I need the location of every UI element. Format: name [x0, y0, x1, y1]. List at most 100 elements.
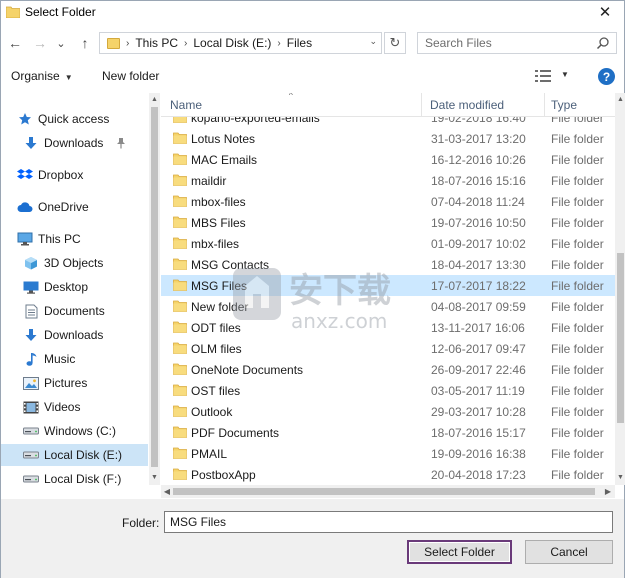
sidebar-item-videos[interactable]: Videos	[1, 396, 148, 418]
search-input[interactable]	[418, 33, 588, 53]
folder-icon	[173, 132, 187, 144]
file-name: Outlook	[191, 405, 233, 419]
file-type: File folder	[551, 363, 604, 377]
folder-icon	[107, 37, 120, 49]
select-folder-button[interactable]: Select Folder	[407, 540, 512, 564]
scroll-down-button[interactable]: ▼	[150, 473, 159, 483]
new-folder-button[interactable]: New folder	[102, 69, 159, 83]
table-row[interactable]: mbox-files 07-04-2018 11:24 File folder	[161, 191, 615, 212]
sidebar-item-label: This PC	[38, 232, 81, 246]
search-box[interactable]	[417, 32, 617, 54]
date-modified: 12-06-2017 09:47	[431, 342, 526, 356]
search-icon	[596, 37, 609, 50]
folder-icon	[173, 321, 187, 333]
table-row[interactable]: New folder 04-08-2017 09:59 File folder	[161, 296, 615, 317]
sidebar-item-onedrive[interactable]: OneDrive	[1, 196, 148, 218]
date-modified: 13-11-2017 16:06	[431, 321, 525, 335]
star-icon	[17, 111, 33, 127]
navigation-pane-scrollbar[interactable]: ▲ ▼	[149, 93, 160, 485]
column-header-date-modified[interactable]: Date modified	[421, 93, 541, 117]
forward-button[interactable]: →	[30, 33, 50, 53]
file-list-vertical-scrollbar[interactable]: ▲ ▼	[615, 93, 625, 485]
table-row[interactable]: OneNote Documents 26-09-2017 22:46 File fo…	[161, 359, 615, 380]
table-row[interactable]: MSG Files 17-07-2017 18:22 File folder	[161, 275, 615, 296]
sidebar-item-this-pc[interactable]: This PC	[1, 228, 148, 250]
date-modified: 29-03-2017 10:28	[431, 405, 526, 419]
folder-icon	[173, 153, 187, 165]
folder-icon	[173, 300, 187, 312]
refresh-button[interactable]: ↻	[384, 32, 406, 54]
sidebar-item-downloads[interactable]: Downloads	[1, 324, 148, 346]
table-row[interactable]: MAC Emails 16-12-2016 10:26 File folder	[161, 149, 615, 170]
scroll-thumb[interactable]	[151, 107, 158, 467]
table-row[interactable]: MBS Files 19-07-2016 10:50 File folder	[161, 212, 615, 233]
sidebar-item-label: Desktop	[44, 280, 89, 294]
breadcrumb-files[interactable]: Files	[287, 36, 312, 50]
file-name: OST files	[191, 384, 241, 398]
file-type: File folder	[551, 300, 604, 314]
column-header-type[interactable]: Type	[542, 93, 615, 117]
file-name: ODT files	[191, 321, 241, 335]
sidebar-item-dropbox[interactable]: Dropbox	[1, 164, 148, 186]
sidebar-item-quick-access[interactable]: Quick access	[1, 108, 148, 130]
breadcrumb-local-disk-e[interactable]: Local Disk (E:)	[193, 36, 271, 50]
table-row[interactable]: ODT files 13-11-2017 16:06 File folder	[161, 317, 615, 338]
table-row[interactable]: Lotus Notes 31-03-2017 13:20 File folder	[161, 128, 615, 149]
scroll-thumb[interactable]	[617, 253, 624, 423]
close-button[interactable]: ✕	[590, 1, 620, 23]
date-modified: 03-05-2017 11:19	[431, 384, 525, 398]
date-modified: 17-07-2017 18:22	[431, 279, 526, 293]
sidebar-item-downloads[interactable]: Downloads	[1, 132, 148, 154]
cancel-button[interactable]: Cancel	[525, 540, 613, 564]
sidebar-item-windows-c[interactable]: Windows (C:)	[1, 420, 148, 442]
table-row[interactable]: mbx-files 01-09-2017 10:02 File folder	[161, 233, 615, 254]
breadcrumb-separator: ›	[184, 37, 188, 49]
sidebar-item-music[interactable]: Music	[1, 348, 148, 370]
folder-icon	[173, 237, 187, 249]
file-name: PMAIL	[191, 447, 228, 461]
table-row[interactable]: PMAIL 19-09-2016 16:38 File folder	[161, 443, 615, 464]
scroll-thumb[interactable]	[173, 488, 595, 495]
scroll-up-button[interactable]: ▲	[616, 95, 625, 105]
recent-locations-button[interactable]: ⌄	[54, 33, 68, 53]
table-row[interactable]: OST files 03-05-2017 11:19 File folder	[161, 380, 615, 401]
scroll-right-button[interactable]: ▶	[603, 486, 613, 497]
sidebar-item-3d-objects[interactable]: 3D Objects	[1, 252, 148, 274]
scroll-up-button[interactable]: ▲	[150, 95, 159, 105]
sidebar-item-desktop[interactable]: Desktop	[1, 276, 148, 298]
back-button[interactable]: ←	[5, 33, 25, 53]
table-row[interactable]: OLM files 12-06-2017 09:47 File folder	[161, 338, 615, 359]
sidebar-item-local-disk-e[interactable]: Local Disk (E:)	[1, 444, 148, 466]
table-row[interactable]: PostboxApp 20-04-2018 17:23 File folder	[161, 464, 615, 485]
command-bar: Organise ▼ New folder ▼ ?	[1, 63, 624, 89]
address-bar[interactable]: › This PC › Local Disk (E:) › Files ⌄	[99, 32, 382, 54]
pin-icon[interactable]	[116, 137, 126, 149]
sidebar-item-label: Windows (C:)	[44, 424, 117, 438]
sidebar-item-local-disk-f[interactable]: Local Disk (F:)	[1, 468, 148, 490]
scroll-down-button[interactable]: ▼	[616, 473, 625, 483]
sort-ascending-icon: ^	[289, 93, 293, 100]
organise-button[interactable]: Organise ▼	[11, 69, 73, 83]
help-icon[interactable]: ?	[598, 68, 615, 85]
table-row[interactable]: maildir 18-07-2016 15:16 File folder	[161, 170, 615, 191]
file-type: File folder	[551, 468, 604, 482]
file-list-horizontal-scrollbar[interactable]: ◀ ▶	[161, 485, 615, 498]
view-options-icon[interactable]	[535, 70, 551, 82]
table-row[interactable]: PDF Documents 18-07-2016 15:17 File folder	[161, 422, 615, 443]
view-dropdown-button[interactable]: ▼	[561, 70, 569, 79]
breadcrumb-this-pc[interactable]: This PC	[135, 36, 178, 50]
file-rows: kopano-exported-emails 19-02-2018 16:40 Fi…	[161, 107, 615, 485]
file-name: OLM files	[191, 342, 242, 356]
folder-field[interactable]	[164, 511, 613, 533]
file-type: File folder	[551, 174, 604, 188]
table-row[interactable]: Outlook 29-03-2017 10:28 File folder	[161, 401, 615, 422]
folder-input[interactable]	[165, 512, 605, 532]
sidebar-item-documents[interactable]: Documents	[1, 300, 148, 322]
address-dropdown-button[interactable]: ⌄	[369, 36, 377, 47]
table-row[interactable]: MSG Contacts 18-04-2017 13:30 File folder	[161, 254, 615, 275]
scroll-left-button[interactable]: ◀	[162, 486, 172, 497]
up-button[interactable]: ↑	[75, 33, 95, 53]
file-name: MSG Files	[191, 279, 248, 293]
sidebar-item-pictures[interactable]: Pictures	[1, 372, 148, 394]
file-list: kopano-exported-emails 19-02-2018 16:40 Fi…	[161, 93, 615, 485]
